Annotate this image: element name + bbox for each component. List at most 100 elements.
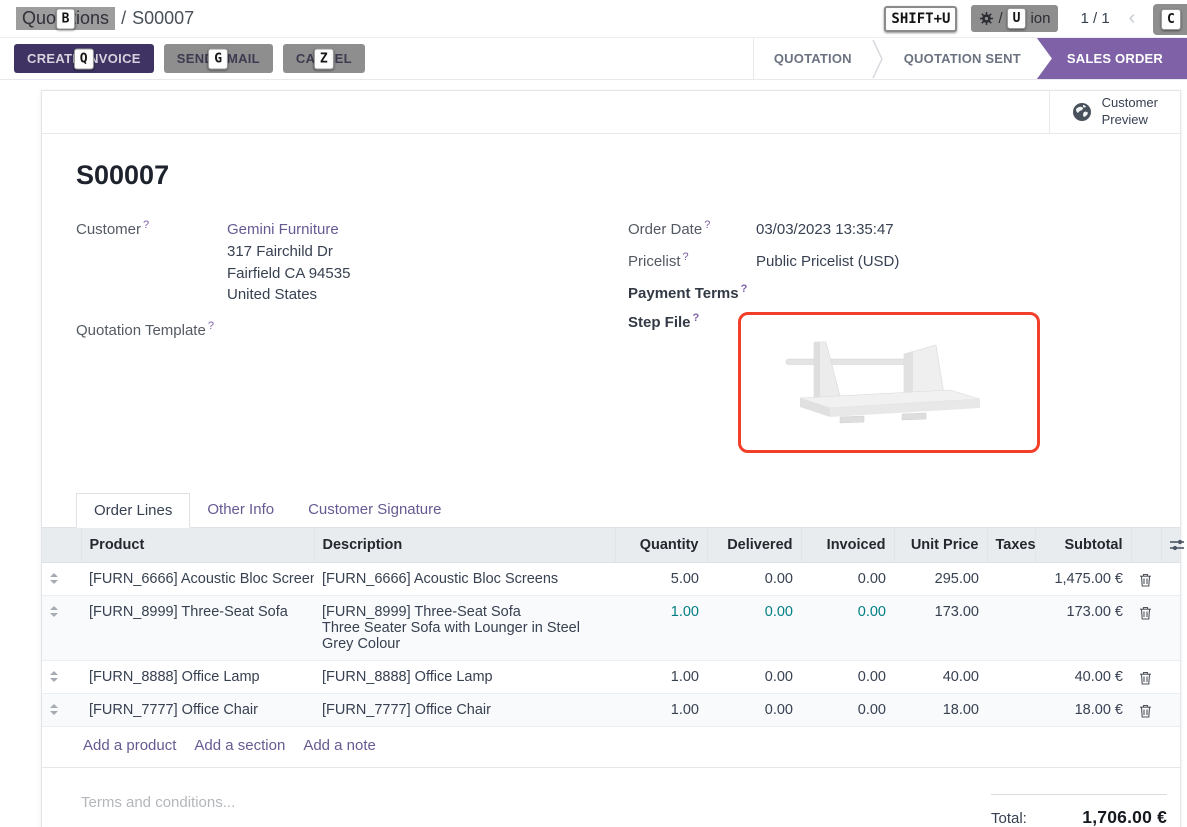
drag-handle-icon[interactable]	[42, 693, 81, 726]
delete-row-icon[interactable]	[1131, 693, 1161, 726]
status-separator-icon	[872, 38, 884, 80]
cell-product[interactable]: [FURN_8999] Three-Seat Sofa	[81, 595, 314, 660]
help-marker: ?	[208, 320, 214, 332]
cell-invoiced[interactable]: 0.00	[801, 660, 894, 693]
cell-unit-price[interactable]: 173.00	[894, 595, 987, 660]
keyboard-hint-q: Q	[74, 48, 94, 69]
cell-invoiced[interactable]: 0.00	[801, 595, 894, 660]
field-customer: Customer? Gemini Furniture 317 Fairchild…	[76, 219, 628, 306]
create-invoice-button[interactable]: CREATE INVOICE Q	[14, 44, 154, 73]
pager-prev-icon[interactable]: ‹	[1124, 7, 1141, 30]
column-header-delivered: Delivered	[707, 528, 801, 563]
step-file-preview[interactable]	[738, 312, 1040, 453]
action-menu-text: ion	[1030, 10, 1050, 27]
customer-field-label: Customer?	[76, 219, 227, 306]
order-lines-table: Product Description Quantity Delivered I…	[42, 528, 1180, 768]
tab-order-lines[interactable]: Order Lines	[76, 493, 190, 528]
corner-hint-button[interactable]: C	[1153, 4, 1187, 35]
order-line-row[interactable]: [FURN_6666] Acoustic Bloc Screens [FURN_…	[42, 562, 1180, 595]
cell-taxes[interactable]	[987, 660, 1035, 693]
cell-delivered[interactable]: 0.00	[707, 693, 801, 726]
cancel-button[interactable]: CANCEL Z	[283, 44, 365, 73]
status-step-quotation[interactable]: QUOTATION	[754, 38, 872, 79]
gear-icon	[979, 11, 994, 26]
breadcrumb-app-link[interactable]: Quotations B	[16, 7, 115, 30]
cell-taxes[interactable]	[987, 595, 1035, 660]
cell-description[interactable]: [FURN_8999] Three-Seat Sofa Three Seater…	[314, 595, 615, 660]
field-pricelist: Pricelist? Public Pricelist (USD)	[628, 251, 1146, 273]
cell-subtotal: 40.00 €	[1035, 660, 1131, 693]
optional-columns-icon[interactable]	[1161, 528, 1180, 563]
cell-unit-price[interactable]: 40.00	[894, 660, 987, 693]
cell-unit-price[interactable]: 18.00	[894, 693, 987, 726]
column-header-subtotal: Subtotal	[1035, 528, 1131, 563]
cell-unit-price[interactable]: 295.00	[894, 562, 987, 595]
cell-quantity[interactable]: 1.00	[615, 693, 707, 726]
breadcrumb-separator: /	[121, 8, 126, 29]
action-menu-button[interactable]: / U ion	[971, 5, 1058, 32]
keyboard-hint-b: B	[56, 8, 76, 29]
customer-preview-button[interactable]: Customer Preview	[1049, 91, 1180, 133]
delete-row-icon[interactable]	[1131, 595, 1161, 660]
order-line-row[interactable]: [FURN_8888] Office Lamp [FURN_8888] Offi…	[42, 660, 1180, 693]
order-line-row[interactable]: [FURN_7777] Office Chair [FURN_7777] Off…	[42, 693, 1180, 726]
terms-and-conditions-input[interactable]: Terms and conditions...	[81, 794, 235, 811]
customer-link[interactable]: Gemini Furniture	[227, 221, 339, 238]
cell-product[interactable]: [FURN_6666] Acoustic Bloc Screens	[81, 562, 314, 595]
cell-description[interactable]: [FURN_8888] Office Lamp	[314, 660, 615, 693]
pricelist-value[interactable]: Public Pricelist (USD)	[756, 251, 899, 273]
help-marker: ?	[683, 251, 689, 263]
status-step-quotation-sent[interactable]: QUOTATION SENT	[884, 38, 1041, 79]
help-marker: ?	[143, 219, 149, 231]
send-email-button[interactable]: SEND EMAIL G	[164, 44, 273, 73]
add-a-product-link[interactable]: Add a product	[83, 737, 176, 754]
order-date-value[interactable]: 03/03/2023 13:35:47	[756, 219, 894, 241]
cell-invoiced[interactable]: 0.00	[801, 562, 894, 595]
cell-invoiced[interactable]: 0.00	[801, 693, 894, 726]
pricelist-field-label: Pricelist?	[628, 251, 756, 273]
cell-description[interactable]: [FURN_7777] Office Chair	[314, 693, 615, 726]
cell-quantity[interactable]: 5.00	[615, 562, 707, 595]
drag-handle-icon[interactable]	[42, 562, 81, 595]
field-step-file: Step File?	[628, 312, 1146, 453]
cell-taxes[interactable]	[987, 562, 1035, 595]
step-file-3d-model-image	[784, 336, 994, 428]
delete-row-icon[interactable]	[1131, 562, 1161, 595]
tab-customer-signature[interactable]: Customer Signature	[291, 493, 458, 527]
total-value: 1,706.00 €	[1082, 807, 1167, 827]
add-a-note-link[interactable]: Add a note	[303, 737, 376, 754]
keyboard-hint-g: G	[208, 48, 228, 69]
order-date-field-label: Order Date?	[628, 219, 756, 241]
customer-preview-label-line2: Preview	[1102, 112, 1158, 129]
field-quotation-template: Quotation Template?	[76, 320, 628, 339]
drag-handle-icon[interactable]	[42, 595, 81, 660]
column-header-taxes: Taxes	[987, 528, 1035, 563]
tab-other-info[interactable]: Other Info	[190, 493, 291, 527]
form-sheet: Customer Preview S00007 Customer? Gemini…	[41, 90, 1181, 827]
field-payment-terms: Payment Terms?	[628, 283, 1146, 302]
cell-quantity[interactable]: 1.00	[615, 660, 707, 693]
cell-taxes[interactable]	[987, 693, 1035, 726]
cell-product[interactable]: [FURN_8888] Office Lamp	[81, 660, 314, 693]
help-marker: ?	[693, 312, 700, 324]
keyboard-hint-c: C	[1161, 9, 1181, 30]
help-marker: ?	[704, 219, 710, 231]
keyboard-hint-shift-u: SHIFT+U	[884, 6, 957, 32]
cell-delivered[interactable]: 0.00	[707, 562, 801, 595]
sheet-header: Customer Preview	[42, 91, 1180, 134]
cell-description[interactable]: [FURN_6666] Acoustic Bloc Screens	[314, 562, 615, 595]
status-step-sales-order[interactable]: SALES ORDER	[1037, 38, 1187, 79]
cell-delivered[interactable]: 0.00	[707, 660, 801, 693]
cell-quantity[interactable]: 1.00	[615, 595, 707, 660]
cell-delivered[interactable]: 0.00	[707, 595, 801, 660]
cell-product[interactable]: [FURN_7777] Office Chair	[81, 693, 314, 726]
order-line-row[interactable]: [FURN_8999] Three-Seat Sofa [FURN_8999] …	[42, 595, 1180, 660]
keyboard-hint-u: U	[1007, 8, 1027, 29]
totals-summary: Total: 1,706.00 €	[991, 794, 1167, 827]
add-a-section-link[interactable]: Add a section	[194, 737, 285, 754]
column-header-invoiced: Invoiced	[801, 528, 894, 563]
drag-handle-icon[interactable]	[42, 660, 81, 693]
delete-row-icon[interactable]	[1131, 660, 1161, 693]
control-panel: CREATE INVOICE Q SEND EMAIL G CANCEL Z Q…	[0, 38, 1187, 80]
quotation-template-field-label: Quotation Template?	[76, 320, 227, 339]
